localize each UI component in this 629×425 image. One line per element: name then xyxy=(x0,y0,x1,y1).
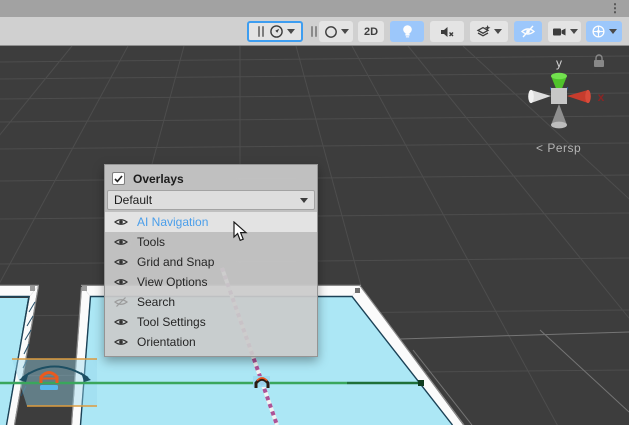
lock-icon[interactable] xyxy=(594,55,604,67)
overlay-item-label: Tool Settings xyxy=(137,315,206,329)
scene-toolbar: 2D xyxy=(0,17,629,46)
gizmo-y-label: y xyxy=(556,56,562,70)
overlay-item-label: View Options xyxy=(137,275,207,289)
effects-layers-icon xyxy=(476,24,491,39)
speaker-muted-icon xyxy=(439,25,455,39)
draw-mode-button[interactable] xyxy=(319,21,353,42)
scene-lighting-button[interactable] xyxy=(390,21,424,42)
2d-label: 2D xyxy=(364,26,378,38)
overlays-menu-header: Overlays xyxy=(105,168,317,189)
overlays-menu: Overlays Default AI Navigation Tools xyxy=(104,164,318,357)
gizmos-button[interactable] xyxy=(586,21,622,42)
gizmo-neg-y-axis[interactable] xyxy=(551,104,567,128)
tab-strip: ⋮ xyxy=(0,0,629,17)
overlay-item-search[interactable]: Search xyxy=(105,292,317,312)
chevron-down-icon xyxy=(341,29,349,34)
overlay-item-tool-settings[interactable]: Tool Settings xyxy=(105,312,317,332)
overlays-toolbar-button[interactable] xyxy=(247,21,303,42)
chevron-down-icon xyxy=(570,29,578,34)
overlay-item-view-options[interactable]: View Options xyxy=(105,272,317,292)
camera-icon xyxy=(552,26,567,38)
projection-mode-label[interactable]: < Persp xyxy=(536,141,581,155)
gizmo-center-cube[interactable] xyxy=(551,88,567,104)
scene-visibility-button[interactable] xyxy=(514,21,542,42)
unity-scene-view: ⋮ 2D xyxy=(0,0,629,425)
checkmark-icon xyxy=(114,175,123,183)
overlay-preset-dropdown[interactable]: Default xyxy=(107,190,315,210)
eye-icon[interactable] xyxy=(114,257,128,267)
eye-icon[interactable] xyxy=(114,317,128,327)
orientation-gizmo: y x xyxy=(518,49,618,141)
eye-icon[interactable] xyxy=(114,217,128,227)
gizmo-neg-x-axis[interactable] xyxy=(528,90,551,103)
overlay-item-ai-navigation[interactable]: AI Navigation xyxy=(105,212,317,232)
eye-icon[interactable] xyxy=(114,237,128,247)
overflow-menu-icon[interactable]: ⋮ xyxy=(609,1,621,16)
overlay-item-label: AI Navigation xyxy=(137,215,208,229)
eye-slash-icon[interactable] xyxy=(114,297,128,307)
navmesh-link-icon-small[interactable] xyxy=(253,376,270,388)
gizmo-x-label: x xyxy=(598,90,605,104)
overlay-preset-value: Default xyxy=(114,193,152,207)
audio-mute-button[interactable] xyxy=(430,21,464,42)
lightbulb-icon xyxy=(401,24,414,39)
2d-toggle-button[interactable]: 2D xyxy=(358,21,384,42)
compass-icon xyxy=(269,24,284,39)
drag-handle-icon[interactable] xyxy=(311,26,317,37)
chevron-down-icon[interactable] xyxy=(609,29,617,34)
overlay-item-label: Grid and Snap xyxy=(137,255,214,269)
overlay-item-tools[interactable]: Tools xyxy=(105,232,317,252)
overlay-item-grid-and-snap[interactable]: Grid and Snap xyxy=(105,252,317,272)
overlay-item-orientation[interactable]: Orientation xyxy=(105,332,317,352)
drag-handle-icon[interactable] xyxy=(258,26,264,37)
eye-slash-icon xyxy=(520,25,536,38)
camera-settings-button[interactable] xyxy=(548,21,581,42)
eye-icon[interactable] xyxy=(114,277,128,287)
gizmo-globe-icon xyxy=(591,24,606,39)
overlays-checkbox[interactable] xyxy=(112,172,125,185)
chevron-down-icon xyxy=(494,29,502,34)
eye-icon[interactable] xyxy=(114,337,128,347)
chevron-down-icon xyxy=(300,198,308,203)
overlay-item-label: Tools xyxy=(137,235,165,249)
overlay-item-label: Orientation xyxy=(137,335,196,349)
effects-button[interactable] xyxy=(470,21,508,42)
chevron-down-icon xyxy=(287,29,295,34)
overlays-menu-title: Overlays xyxy=(133,172,184,186)
gizmo-x-axis[interactable] xyxy=(567,90,591,103)
shading-sphere-icon xyxy=(324,25,338,39)
overlay-item-label: Search xyxy=(137,295,175,309)
